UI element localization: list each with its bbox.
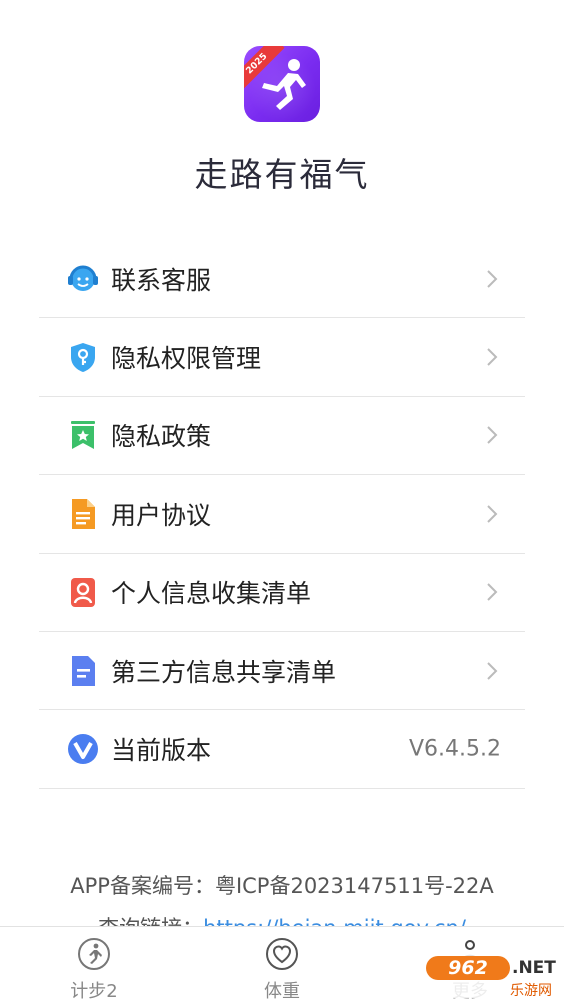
icp-record-number: APP备案编号：粤ICP备2023147511号-22A	[70, 874, 494, 898]
menu-item-label: 联系客服	[111, 265, 212, 295]
menu-item-third-party-sharing[interactable]: 第三方信息共享清单	[39, 632, 525, 711]
app-title: 走路有福气	[194, 155, 370, 194]
menu-item-label: 隐私权限管理	[111, 344, 262, 374]
watermark-net: .NET	[512, 958, 556, 978]
heart-circle-icon	[266, 938, 298, 970]
settings-menu: 联系客服 隐私权限管理 隐私政策 用户协议 个人信息收集清单 第三方信息共享清单…	[39, 240, 525, 789]
document-icon	[65, 496, 101, 532]
person-card-icon	[65, 574, 101, 610]
file-lines-icon	[65, 653, 101, 689]
version-value: V6.4.5.2	[408, 736, 501, 762]
menu-item-privacy-permissions[interactable]: 隐私权限管理	[39, 318, 525, 397]
tab-label: 计步2	[70, 981, 118, 1002]
menu-item-customer-service[interactable]: 联系客服	[39, 240, 525, 319]
shield-key-icon	[65, 339, 101, 375]
menu-item-privacy-policy[interactable]: 隐私政策	[39, 397, 525, 476]
chevron-right-icon	[487, 269, 498, 288]
menu-item-label: 当前版本	[111, 736, 212, 766]
menu-item-label: 隐私政策	[111, 422, 212, 452]
menu-item-label: 个人信息收集清单	[111, 579, 312, 609]
menu-item-label: 第三方信息共享清单	[111, 657, 337, 687]
menu-item-personal-info-list[interactable]: 个人信息收集清单	[39, 554, 525, 632]
menu-item-label: 用户协议	[111, 500, 212, 530]
runner-circle-icon	[78, 938, 110, 970]
chevron-right-icon	[487, 661, 498, 680]
chevron-right-icon	[487, 348, 498, 366]
app-logo: 2025	[244, 46, 320, 122]
tab-steps[interactable]: 计步2	[34, 927, 154, 1004]
chevron-right-icon	[487, 583, 498, 601]
watermark-badge: 962	[426, 956, 510, 980]
headset-icon	[65, 261, 101, 297]
menu-item-user-agreement[interactable]: 用户协议	[39, 475, 525, 554]
tab-label: 体重	[264, 981, 300, 1002]
bookmark-star-icon	[65, 417, 101, 453]
chevron-right-icon	[487, 426, 498, 445]
watermark-sub: 乐游网	[510, 983, 552, 999]
tab-weight[interactable]: 体重	[222, 927, 342, 1004]
menu-item-current-version[interactable]: 当前版本 V6.4.5.2	[39, 710, 525, 789]
chevron-right-icon	[487, 505, 498, 523]
site-watermark: 962 .NET 乐游网	[424, 952, 556, 999]
v-logo-icon	[65, 731, 101, 767]
